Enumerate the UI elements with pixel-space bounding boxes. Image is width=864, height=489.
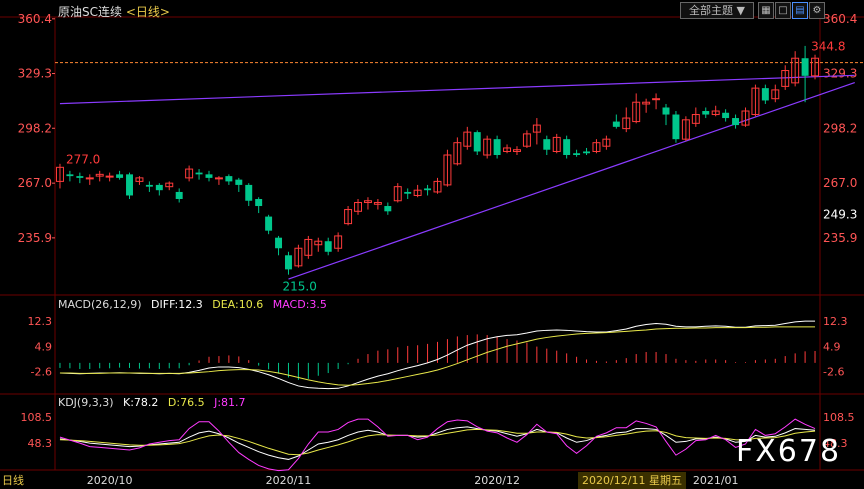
candle-body <box>563 139 571 155</box>
price-tick-right: 298.2 <box>823 121 857 135</box>
high-annotation: 344.8 <box>811 39 845 53</box>
candle-body <box>66 174 74 177</box>
macd-dea-label: DEA:10.6 <box>212 298 264 311</box>
grid-icon[interactable]: ▦ <box>758 2 774 19</box>
bar-chart-icon[interactable]: ▤ <box>792 2 808 19</box>
candle-body <box>284 255 292 270</box>
candle-body <box>265 216 273 231</box>
candle-body <box>105 175 114 178</box>
candle-body <box>175 191 183 199</box>
trendline-lower-support <box>288 81 855 280</box>
price-tick-left: 267.0 <box>18 176 52 190</box>
left-high-annotation: 277.0 <box>66 153 100 167</box>
candle-body <box>275 237 283 249</box>
x-axis-tick: 2020/12 <box>474 474 520 487</box>
period-link[interactable]: <日线> <box>126 5 170 19</box>
candle-body <box>324 241 332 252</box>
kdj-tick-left: 48.3 <box>28 437 53 450</box>
theme-button-label: 全部主题 <box>689 4 734 17</box>
footer-period: 日线 <box>2 474 24 487</box>
macd-diff-label: DIFF:12.3 <box>151 298 203 311</box>
candle-body <box>235 179 243 185</box>
price-tick-left: 298.2 <box>18 121 52 135</box>
candle-body <box>493 139 501 155</box>
theme-dropdown-button[interactable]: 全部主题 ▼ <box>680 2 754 19</box>
candle-body <box>612 121 620 127</box>
candle-body <box>245 184 253 201</box>
macd-title: MACD(26,12,9) <box>58 298 142 311</box>
current-price-label: 249.3 <box>823 207 857 221</box>
price-tick-right: 329.3 <box>823 67 857 81</box>
candle-body <box>85 177 94 180</box>
low-annotation: 215.0 <box>282 280 316 294</box>
macd-tick-left: 12.3 <box>28 315 53 328</box>
candle-body <box>573 153 581 155</box>
price-tick-left: 360.4 <box>18 12 52 26</box>
price-tick-right: 267.0 <box>823 176 857 190</box>
macd-value-label: MACD:3.5 <box>272 298 327 311</box>
candle-body <box>195 172 203 175</box>
kdj-header: KDJ(9,3,3) K:78.2 D:76.5 J:81.7 <box>58 396 252 409</box>
candle-body <box>543 139 551 150</box>
macd-tick-right: 4.9 <box>823 340 841 353</box>
candle-body <box>155 184 163 191</box>
candle-body <box>732 118 740 126</box>
candle-body <box>662 107 670 115</box>
candle-body <box>722 112 730 119</box>
chart-canvas[interactable]: 360.4 329.3 298.2 267.0 235.9 360.4 329.3 298.2… <box>0 0 864 489</box>
candle-body <box>672 114 680 140</box>
candle-body <box>652 98 661 101</box>
kdj-tick-left: 108.5 <box>21 411 53 424</box>
candle-body <box>384 206 392 212</box>
candle-body <box>126 174 133 196</box>
macd-tick-right: -2.6 <box>823 366 844 379</box>
candle-body <box>702 111 710 115</box>
macd-tick-left: 4.9 <box>35 340 53 353</box>
kdj-title: KDJ(9,3,3) <box>58 396 114 409</box>
price-tick-right: 360.4 <box>823 12 857 26</box>
candle-body <box>205 174 213 178</box>
x-axis-tick: 2020/10 <box>87 474 133 487</box>
candle-body <box>145 184 153 187</box>
fullscreen-icon[interactable]: □ <box>775 2 791 19</box>
candle-body <box>761 88 769 101</box>
watermark-logo: FX678 <box>736 434 842 469</box>
price-tick-left: 235.9 <box>18 231 52 245</box>
candle-body <box>225 176 233 182</box>
price-tick-left: 329.3 <box>18 67 52 81</box>
chevron-down-icon: ▼ <box>736 4 745 17</box>
trendline-upper-channel <box>59 74 855 105</box>
candle-body <box>76 176 84 178</box>
chart-header: 原油SC连续 <日线> <box>58 3 170 20</box>
candle-body <box>404 191 412 194</box>
kdj-k-label: K:78.2 <box>123 396 159 409</box>
x-axis-tick: 2021/01 <box>693 474 739 487</box>
candle-body <box>473 132 481 152</box>
macd-tick-right: 12.3 <box>823 315 848 328</box>
macd-header: MACD(26,12,9) DIFF:12.3 DEA:10.6 MACD:3.… <box>58 298 333 311</box>
kdj-k-line <box>59 426 816 460</box>
kdj-tick-right: 108.5 <box>823 411 855 424</box>
kdj-j-line <box>59 418 816 472</box>
macd-tick-left: -2.6 <box>31 366 52 379</box>
cursor-date-label: 2020/12/11 星期五 <box>578 472 686 489</box>
candle-body <box>116 174 124 178</box>
symbol-name: 原油SC连续 <box>58 5 122 19</box>
candle-body <box>801 58 809 76</box>
kdj-j-label: J:81.7 <box>214 396 246 409</box>
price-tick-right: 235.9 <box>823 231 857 245</box>
settings-icon[interactable]: ⚙ <box>809 2 825 19</box>
candle-body <box>583 151 591 154</box>
candle-body <box>255 198 263 207</box>
candle-body <box>214 177 223 180</box>
kdj-d-label: D:76.5 <box>167 396 205 409</box>
x-axis-tick: 2020/11 <box>266 474 312 487</box>
candle-body <box>424 188 432 191</box>
